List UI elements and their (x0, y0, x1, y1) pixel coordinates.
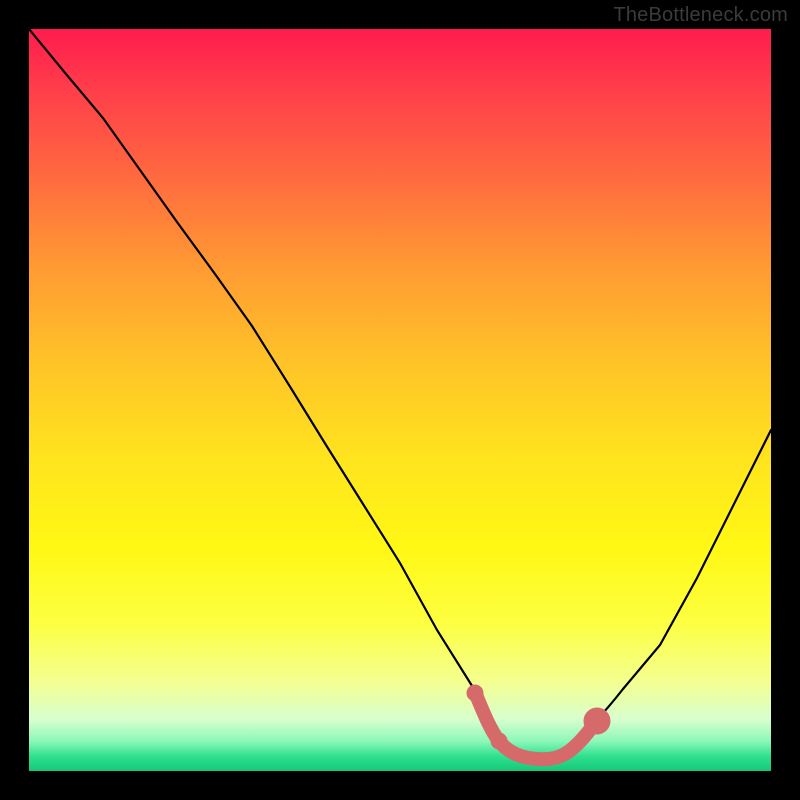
curve-layer (29, 29, 771, 771)
bottleneck-curve (29, 29, 771, 756)
optimum-band (467, 685, 610, 759)
chart-frame: TheBottleneck.com (0, 0, 800, 800)
watermark-text: TheBottleneck.com (613, 4, 788, 27)
plot-area (29, 29, 771, 771)
